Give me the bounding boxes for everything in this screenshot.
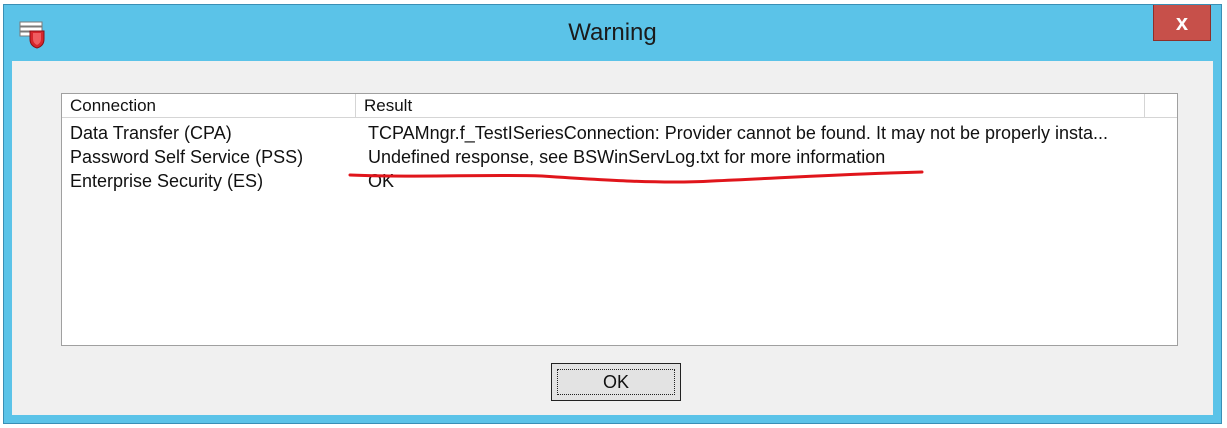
dialog-client-area: Connection Result Data Transfer (CPA) TC… [12,61,1213,415]
column-header-result[interactable]: Result [356,94,1145,117]
close-icon: x [1175,9,1189,35]
title-bar[interactable]: Warning x [4,5,1221,57]
list-item[interactable]: Enterprise Security (ES) OK [62,168,1177,194]
ok-button-label: OK [557,369,675,395]
warning-dialog: Warning x Connection Result Data Transfe… [3,4,1222,424]
result-cell: OK [368,171,395,191]
list-item[interactable]: Data Transfer (CPA) TCPAMngr.f_TestISeri… [62,120,1177,146]
connection-results-list[interactable]: Connection Result Data Transfer (CPA) TC… [61,93,1178,346]
window-title: Warning [568,19,657,46]
ok-button[interactable]: OK [551,363,681,401]
connection-cell: Password Self Service (PSS) [70,147,304,167]
result-cell: Undefined response, see BSWinServLog.txt… [368,147,886,167]
connection-cell: Enterprise Security (ES) [70,171,264,191]
column-header-connection[interactable]: Connection [62,94,356,117]
list-header: Connection Result [62,94,1177,118]
close-button[interactable]: x [1153,5,1211,41]
column-header-filler [1145,94,1175,117]
result-cell: TCPAMngr.f_TestISeriesConnection: Provid… [368,123,1109,143]
connection-cell: Data Transfer (CPA) [70,123,232,143]
list-item[interactable]: Password Self Service (PSS) Undefined re… [62,144,1177,170]
